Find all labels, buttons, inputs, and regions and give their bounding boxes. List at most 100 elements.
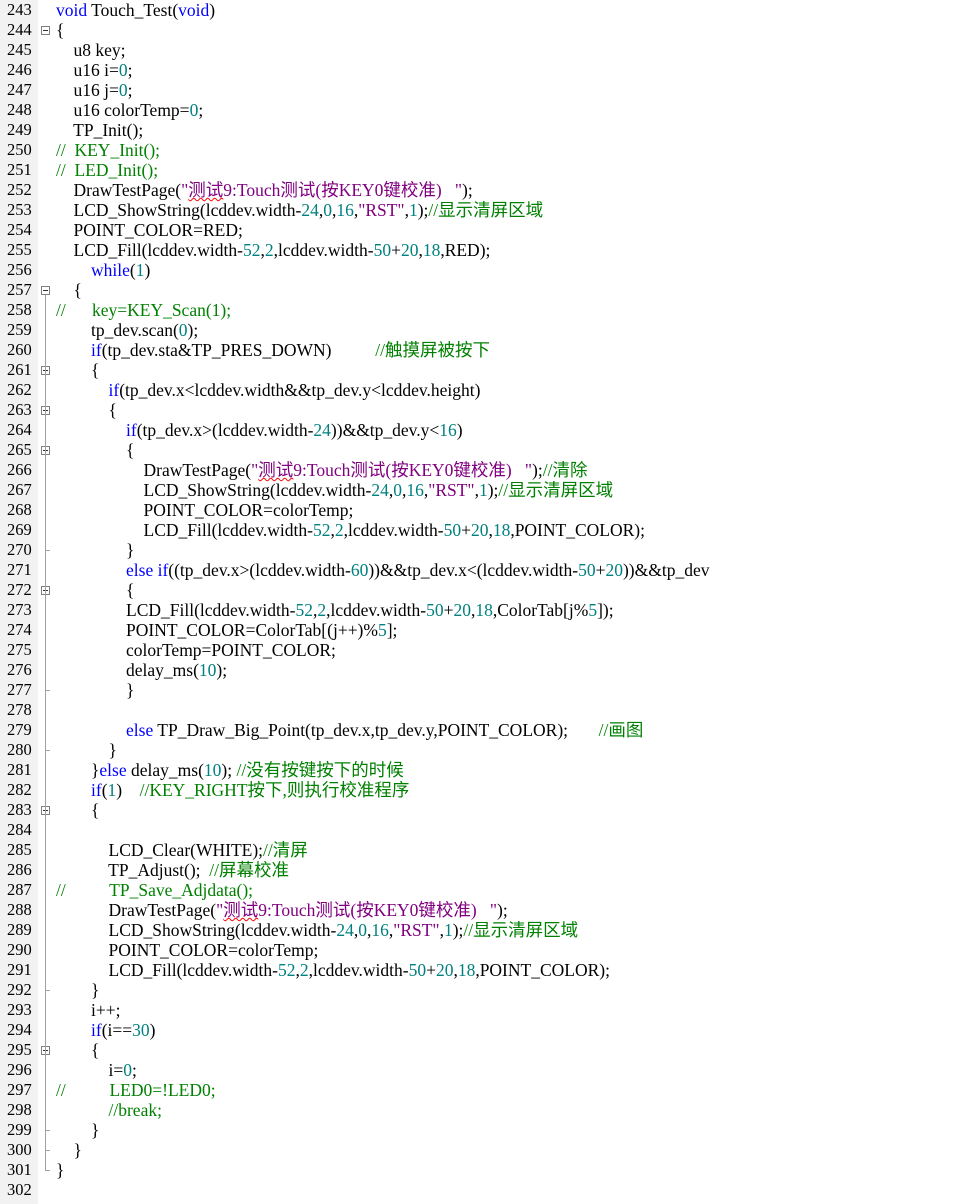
code-line[interactable]: POINT_COLOR=RED; — [56, 220, 243, 240]
code-token: 24 — [336, 920, 354, 940]
code-token: { — [56, 580, 135, 600]
code-line[interactable]: delay_ms(10); — [56, 660, 227, 680]
code-token: LCD_ShowString(lcddev.width- — [56, 920, 337, 940]
code-token: } — [56, 1160, 65, 1180]
code-line[interactable]: tp_dev.scan(0); — [56, 320, 198, 340]
code-token: } — [56, 680, 135, 700]
code-line[interactable]: { — [56, 800, 99, 820]
code-token: delay_ms( — [56, 660, 199, 680]
line-number: 272 — [7, 580, 32, 599]
code-line[interactable]: } — [56, 680, 134, 700]
code-line[interactable]: colorTemp=POINT_COLOR; — [56, 640, 336, 660]
code-line[interactable]: { — [56, 280, 82, 300]
line-number: 277 — [7, 680, 32, 699]
code-line[interactable]: DrawTestPage("测试9:Touch测试(按KEY0键校准) "); — [56, 180, 473, 200]
code-token: 10 — [203, 760, 222, 780]
line-number: 267 — [7, 480, 32, 499]
line-number: 274 — [7, 620, 32, 639]
code-line[interactable]: { — [56, 1040, 99, 1060]
code-line[interactable]: u16 colorTemp=0; — [56, 100, 204, 120]
code-line[interactable]: LCD_Fill(lcddev.width-52,2,lcddev.width-… — [56, 520, 645, 540]
code-line[interactable]: } — [56, 1140, 82, 1160]
code-line[interactable]: { — [56, 440, 134, 460]
line-number: 296 — [7, 1060, 32, 1079]
code-line[interactable]: else TP_Draw_Big_Point(tp_dev.x,tp_dev.y… — [56, 720, 643, 740]
code-line[interactable]: if(i==30) — [56, 1020, 155, 1040]
code-line[interactable]: POINT_COLOR=ColorTab[(j++)%5]; — [56, 620, 397, 640]
line-number: 258 — [7, 300, 32, 319]
code-line[interactable]: // key=KEY_Scan(1); — [56, 300, 231, 320]
code-token: void — [178, 0, 210, 20]
fold-toggle-icon[interactable] — [41, 26, 50, 35]
code-line[interactable]: // TP_Save_Adjdata(); — [56, 880, 253, 900]
code-line[interactable]: { — [56, 400, 117, 420]
code-line[interactable]: i++; — [56, 1000, 120, 1020]
code-token: 测试 — [223, 900, 259, 920]
code-line[interactable]: } — [56, 1120, 99, 1140]
code-line[interactable]: LCD_ShowString(lcddev.width-24,0,16,"RST… — [56, 920, 579, 940]
code-line[interactable]: void Touch_Test(void) — [56, 0, 215, 20]
code-token: //画图 — [598, 720, 644, 740]
line-number: 287 — [7, 880, 32, 899]
code-line[interactable]: while(1) — [56, 260, 150, 280]
code-line[interactable]: } — [56, 540, 134, 560]
code-line[interactable]: LCD_ShowString(lcddev.width-24,0,16,"RST… — [56, 200, 544, 220]
code-line[interactable]: }else delay_ms(10); //没有按键按下的时候 — [56, 760, 404, 780]
code-token: "RST" — [358, 200, 405, 220]
code-line[interactable]: { — [56, 360, 99, 380]
code-token: POINT_COLOR=ColorTab[(j++)% — [56, 620, 378, 640]
code-line[interactable]: POINT_COLOR=colorTemp; — [56, 500, 354, 520]
code-line[interactable]: LCD_ShowString(lcddev.width-24,0,16,"RST… — [56, 480, 614, 500]
line-number: 291 — [7, 960, 32, 979]
code-line[interactable]: } — [56, 1160, 64, 1180]
code-token: 20 — [605, 560, 623, 580]
code-line[interactable]: u8 key; — [56, 40, 126, 60]
code-token: tp_dev.scan( — [56, 320, 179, 340]
code-line[interactable]: LCD_Fill(lcddev.width-52,2,lcddev.width-… — [56, 600, 614, 620]
line-number: 285 — [7, 840, 32, 859]
code-line[interactable]: { — [56, 580, 134, 600]
code-line[interactable]: TP_Init(); — [56, 120, 143, 140]
code-line[interactable]: POINT_COLOR=colorTemp; — [56, 940, 319, 960]
code-token: 0 — [118, 80, 128, 100]
code-line[interactable]: DrawTestPage("测试9:Touch测试(按KEY0键校准) "); — [56, 900, 508, 920]
code-token: 9:Touch测试(按KEY0键校准) " — [293, 460, 533, 480]
code-token: ) — [209, 0, 216, 20]
code-line[interactable]: LCD_Fill(lcddev.width-52,2,lcddev.width-… — [56, 960, 610, 980]
code-line[interactable]: if(tp_dev.x>(lcddev.width-24))&&tp_dev.y… — [56, 420, 463, 440]
code-token: ))&&tp_dev.x<(lcddev.width- — [368, 560, 579, 580]
code-line[interactable]: LCD_Fill(lcddev.width-52,2,lcddev.width-… — [56, 240, 491, 260]
code-line[interactable]: //break; — [56, 1100, 162, 1120]
code-token: } — [56, 760, 100, 780]
code-token: if — [91, 340, 102, 360]
code-line[interactable]: } — [56, 980, 99, 1000]
code-line[interactable]: TP_Adjust(); //屏幕校准 — [56, 860, 289, 880]
code-line[interactable]: } — [56, 740, 117, 760]
code-line[interactable]: LCD_Clear(WHITE);//清屏 — [56, 840, 308, 860]
code-line[interactable]: DrawTestPage("测试9:Touch测试(按KEY0键校准) ");/… — [56, 460, 588, 480]
code-line[interactable]: // LED0=!LED0; — [56, 1080, 216, 1100]
code-line[interactable]: // LED_Init(); — [56, 160, 158, 180]
code-line[interactable]: // KEY_Init(); — [56, 140, 160, 160]
code-token: ]; — [386, 620, 398, 640]
code-token: // LED_Init(); — [56, 160, 159, 180]
fold-end-mark — [45, 1170, 50, 1171]
code-token: LCD_ShowString(lcddev.width- — [56, 200, 302, 220]
line-number: 271 — [7, 560, 32, 579]
code-token: i++; — [56, 1000, 121, 1020]
code-line[interactable]: i=0; — [56, 1060, 137, 1080]
fold-toggle-icon[interactable] — [41, 286, 50, 295]
code-line[interactable]: else if((tp_dev.x>(lcddev.width-60))&&tp… — [56, 560, 710, 580]
code-token: ))&&tp_dev — [622, 560, 710, 580]
code-line[interactable]: u16 i=0; — [56, 60, 133, 80]
code-line[interactable]: u16 j=0; — [56, 80, 133, 100]
line-number: 249 — [7, 120, 32, 139]
code-line[interactable]: if(tp_dev.sta&TP_PRES_DOWN) //触摸屏被按下 — [56, 340, 490, 360]
code-line[interactable]: if(1) //KEY_RIGHT按下,则执行校准程序 — [56, 780, 409, 800]
code-token: ); — [187, 320, 199, 340]
code-token: 0 — [178, 320, 188, 340]
code-line[interactable]: if(tp_dev.x<lcddev.width&&tp_dev.y<lcdde… — [56, 380, 481, 400]
code-line[interactable]: { — [56, 20, 64, 40]
